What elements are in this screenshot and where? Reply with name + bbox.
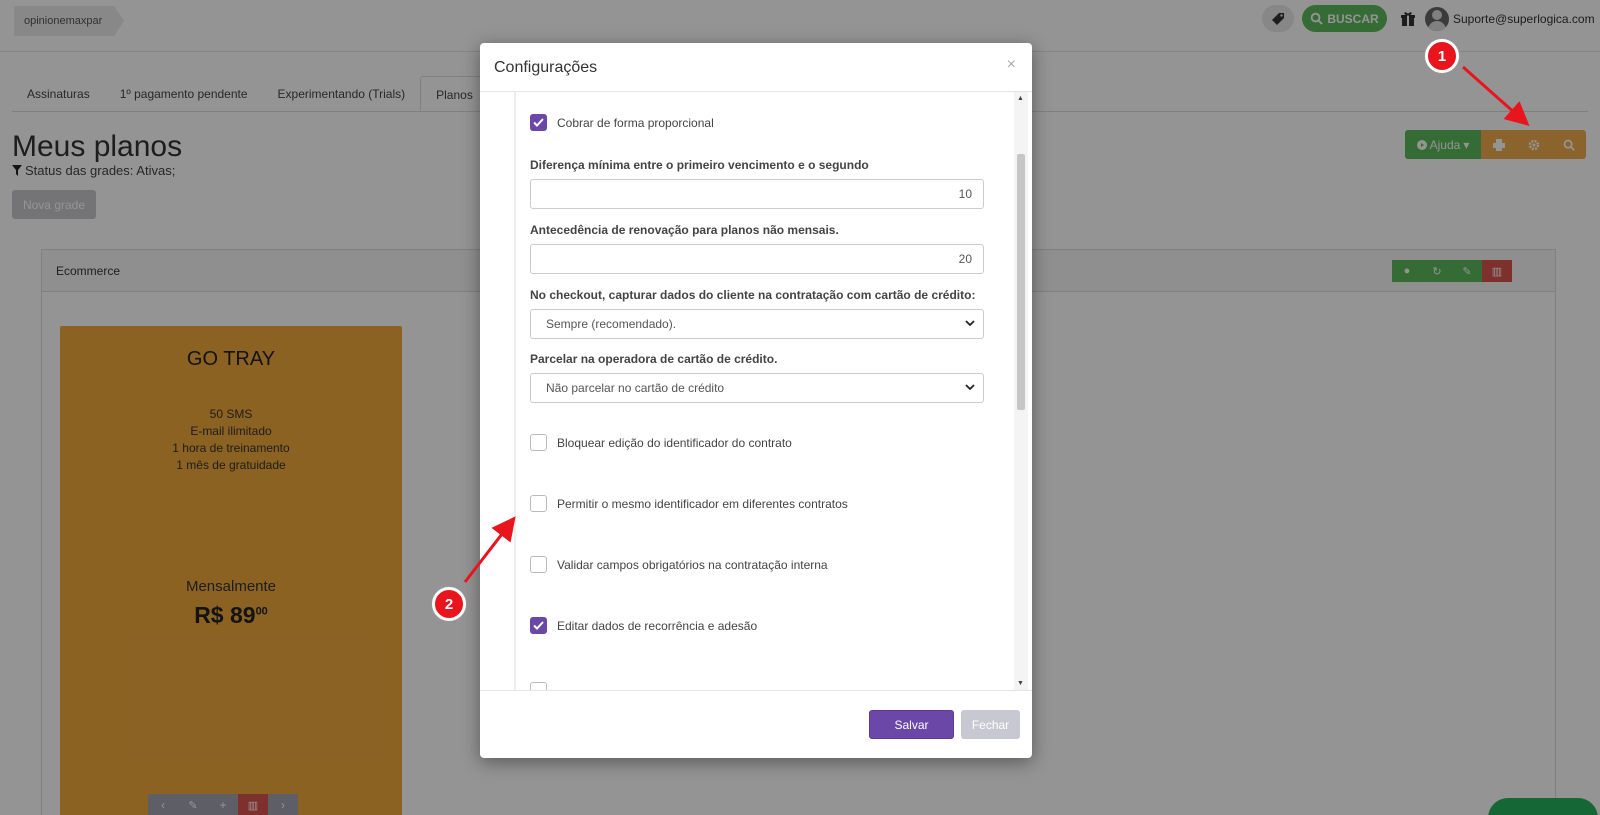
annotation-arrow-2 [463,516,516,583]
annotation-badge-1: 1 [1425,39,1459,73]
annotation-arrow-1 [1462,65,1530,126]
annotation-badge-2: 2 [432,587,466,621]
annotation-arrows [463,65,1530,583]
